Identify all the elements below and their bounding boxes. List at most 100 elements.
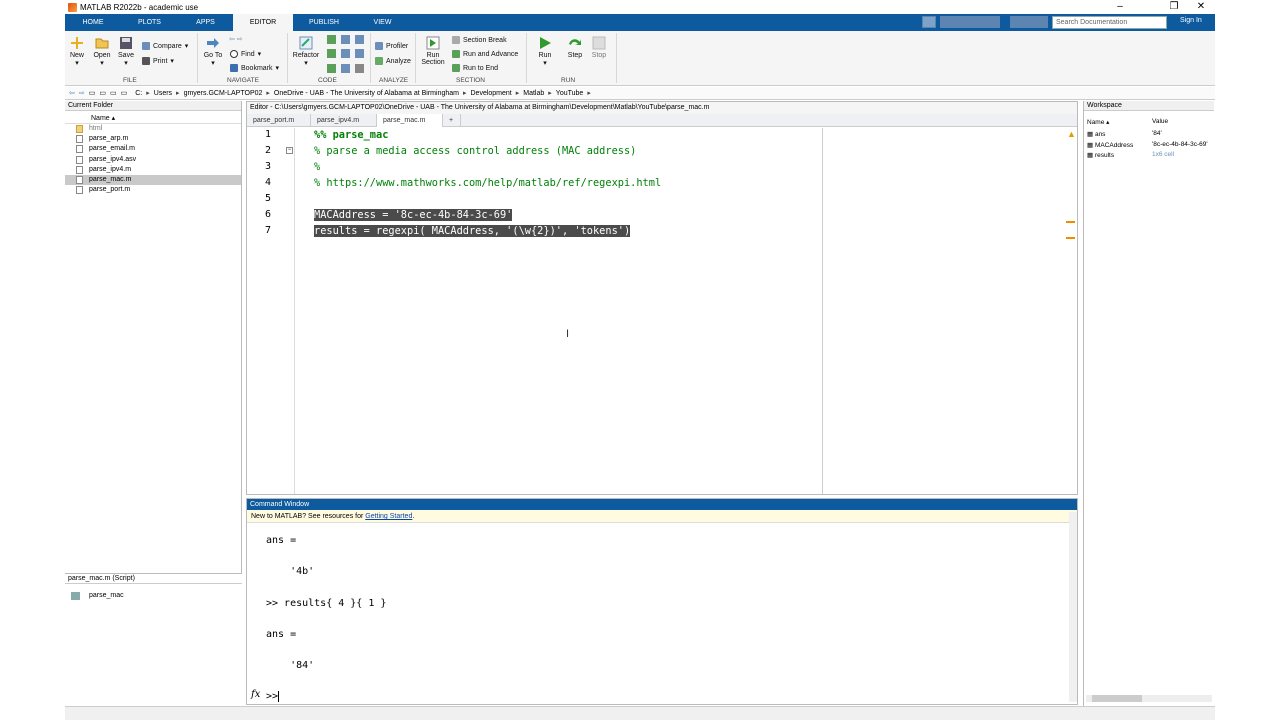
fx-icon[interactable]: fx — [251, 689, 260, 700]
goto-button[interactable]: Go To ▾ — [202, 36, 224, 67]
run-section-button[interactable]: Run Section — [418, 36, 448, 66]
command-scrollbar[interactable] — [1069, 512, 1077, 702]
list-item[interactable]: parse_ipv4.asv — [65, 155, 241, 165]
line-number: 3 — [264, 161, 271, 172]
section-break-button[interactable]: Section Break — [452, 36, 507, 44]
help-toolbar[interactable] — [1010, 16, 1048, 28]
new-tab-button[interactable]: + — [443, 114, 461, 127]
getting-started-link[interactable]: Getting Started — [365, 513, 412, 520]
analyze-button[interactable]: Analyze — [375, 57, 411, 65]
warning-marker[interactable] — [1066, 237, 1075, 239]
profiler-button[interactable]: Profiler — [375, 42, 408, 50]
table-cell: '8c-ec-4b-84-3c-69' — [1152, 141, 1208, 148]
tab-home[interactable]: HOME — [65, 14, 121, 31]
workspace-name-header[interactable]: Name ▴ — [1087, 118, 1109, 126]
run-section-icon — [426, 36, 440, 50]
find-button[interactable]: Find ▾ — [230, 50, 261, 58]
tab-apps[interactable]: APPS — [178, 14, 233, 31]
run-and-advance-button[interactable]: Run and Advance — [452, 50, 518, 58]
analyze-icon — [375, 57, 383, 65]
address-bar[interactable]: ⇦ ⇨ ▭ ▭ ▭ ▭ C: ▸ Users ▸ gmyers.GCM-LAPTOP… — [65, 87, 1215, 100]
breadcrumb-item[interactable]: gmyers.GCM-LAPTOP02 — [184, 90, 263, 97]
quick-access-toolbar[interactable] — [940, 16, 1000, 28]
code-line[interactable]: % parse a media access control address (… — [314, 145, 636, 157]
list-item[interactable]: parse_ipv4.m — [65, 165, 241, 175]
print-button[interactable]: Print ▾ — [142, 57, 174, 65]
details-title[interactable]: parse_mac.m (Script) — [65, 574, 242, 584]
warning-icon[interactable]: ▲ — [1067, 129, 1076, 139]
status-bar — [65, 706, 1215, 720]
tab-parse-ipv4[interactable]: parse_ipv4.m — [311, 114, 377, 127]
file-icon — [76, 165, 83, 174]
line-number: 2 — [264, 145, 271, 156]
list-item[interactable]: parse_email.m — [65, 144, 241, 154]
close-icon[interactable]: ✕ — [1187, 0, 1215, 14]
refactor-button[interactable]: Refactor ▾ — [292, 36, 320, 67]
file-icon — [76, 155, 83, 164]
step-icon — [569, 39, 581, 45]
back-forward-arrows-icon[interactable]: ⇦ ⇨ — [229, 35, 243, 43]
code-line[interactable]: %% parse_mac — [314, 129, 388, 141]
list-item[interactable]: parse_port.m — [65, 185, 241, 195]
window-title: MATLAB R2022b - academic use — [80, 2, 199, 12]
table-row[interactable]: ▦ ans — [1087, 130, 1105, 138]
list-item-selected[interactable]: parse_mac.m — [65, 174, 241, 186]
name-column-header[interactable]: Name ▴ — [65, 114, 241, 124]
code-line-selected[interactable]: results = regexpi( MACAddress, '(\w{2})'… — [314, 225, 631, 237]
run-to-end-button[interactable]: Run to End — [452, 64, 498, 72]
table-row[interactable]: ▦ MACAddress — [1087, 141, 1133, 149]
compare-button[interactable]: Compare ▾ — [142, 42, 188, 50]
tab-plots[interactable]: PLOTS — [121, 14, 178, 31]
details-item[interactable]: parse_mac — [65, 584, 242, 600]
run-button[interactable]: Run ▾ — [533, 36, 557, 67]
code-tools-grid[interactable] — [327, 35, 367, 75]
up-folder-icon[interactable]: ▭ — [89, 89, 96, 97]
search-folder-icon[interactable]: ▭ — [110, 89, 117, 97]
step-button[interactable]: Step — [563, 36, 587, 59]
sign-in-link[interactable]: Sign In — [1180, 17, 1202, 24]
compare-icon — [142, 42, 150, 50]
code-line[interactable]: % https://www.mathworks.com/help/matlab/… — [314, 177, 661, 189]
tab-publish[interactable]: PUBLISH — [293, 14, 355, 31]
save-icon — [120, 37, 132, 49]
navigate-group-label: NAVIGATE — [227, 77, 259, 84]
code-line-selected[interactable]: MACAddress = '8c-ec-4b-84-3c-69' — [314, 209, 513, 221]
browse-folder-icon[interactable]: ▭ — [99, 89, 106, 97]
breadcrumb-item[interactable]: C: — [135, 90, 142, 97]
list-item[interactable]: html — [65, 124, 241, 134]
breadcrumb-item[interactable]: YouTube — [556, 90, 584, 97]
tab-view[interactable]: VIEW — [355, 14, 410, 31]
breadcrumb-item[interactable]: Matlab — [523, 90, 544, 97]
breadcrumb-item[interactable]: Development — [471, 90, 512, 97]
new-button[interactable]: New ▾ — [68, 36, 86, 67]
tab-parse-mac[interactable]: parse_mac.m — [377, 114, 443, 127]
minimize-icon[interactable]: – — [1106, 0, 1134, 14]
getting-started-notice: New to MATLAB? See resources for Getting… — [247, 510, 1077, 523]
text-cursor-icon: Ι — [566, 328, 570, 340]
search-documentation-input[interactable]: Search Documentation — [1052, 16, 1167, 29]
command-window[interactable]: Command Window New to MATLAB? See resour… — [246, 498, 1078, 705]
table-row[interactable]: ▦ results — [1087, 151, 1114, 159]
warning-marker[interactable] — [1066, 221, 1075, 223]
collapse-section-icon[interactable]: − — [286, 147, 293, 154]
back-icon[interactable]: ⇦ — [69, 89, 75, 97]
tab-parse-port[interactable]: parse_port.m — [247, 114, 311, 127]
breadcrumb-item[interactable]: OneDrive - UAB - The University of Alaba… — [274, 90, 459, 97]
breadcrumb-item[interactable]: Users — [154, 90, 172, 97]
workspace-panel: Workspace Name ▴ Value ▦ ans '84' ▦ MACA… — [1083, 101, 1214, 706]
file-group-label: FILE — [123, 77, 137, 84]
save-button[interactable]: Save ▾ — [116, 36, 136, 67]
folder-icon — [95, 38, 109, 49]
workspace-value-header[interactable]: Value — [1152, 118, 1168, 125]
restore-icon[interactable]: ❐ — [1160, 0, 1188, 14]
list-item[interactable]: parse_arp.m — [65, 134, 241, 144]
forward-icon[interactable]: ⇨ — [79, 89, 85, 97]
command-prompt[interactable]: >> — [266, 691, 280, 702]
open-button[interactable]: Open ▾ — [92, 36, 112, 67]
workspace-hscrollbar[interactable] — [1086, 695, 1212, 702]
stop-button[interactable]: Stop — [588, 36, 610, 59]
code-line[interactable]: % — [314, 161, 320, 173]
tab-editor[interactable]: EDITOR — [233, 14, 293, 31]
quick-access-save-icon[interactable] — [922, 16, 936, 28]
bookmark-button[interactable]: Bookmark ▾ — [230, 64, 279, 72]
